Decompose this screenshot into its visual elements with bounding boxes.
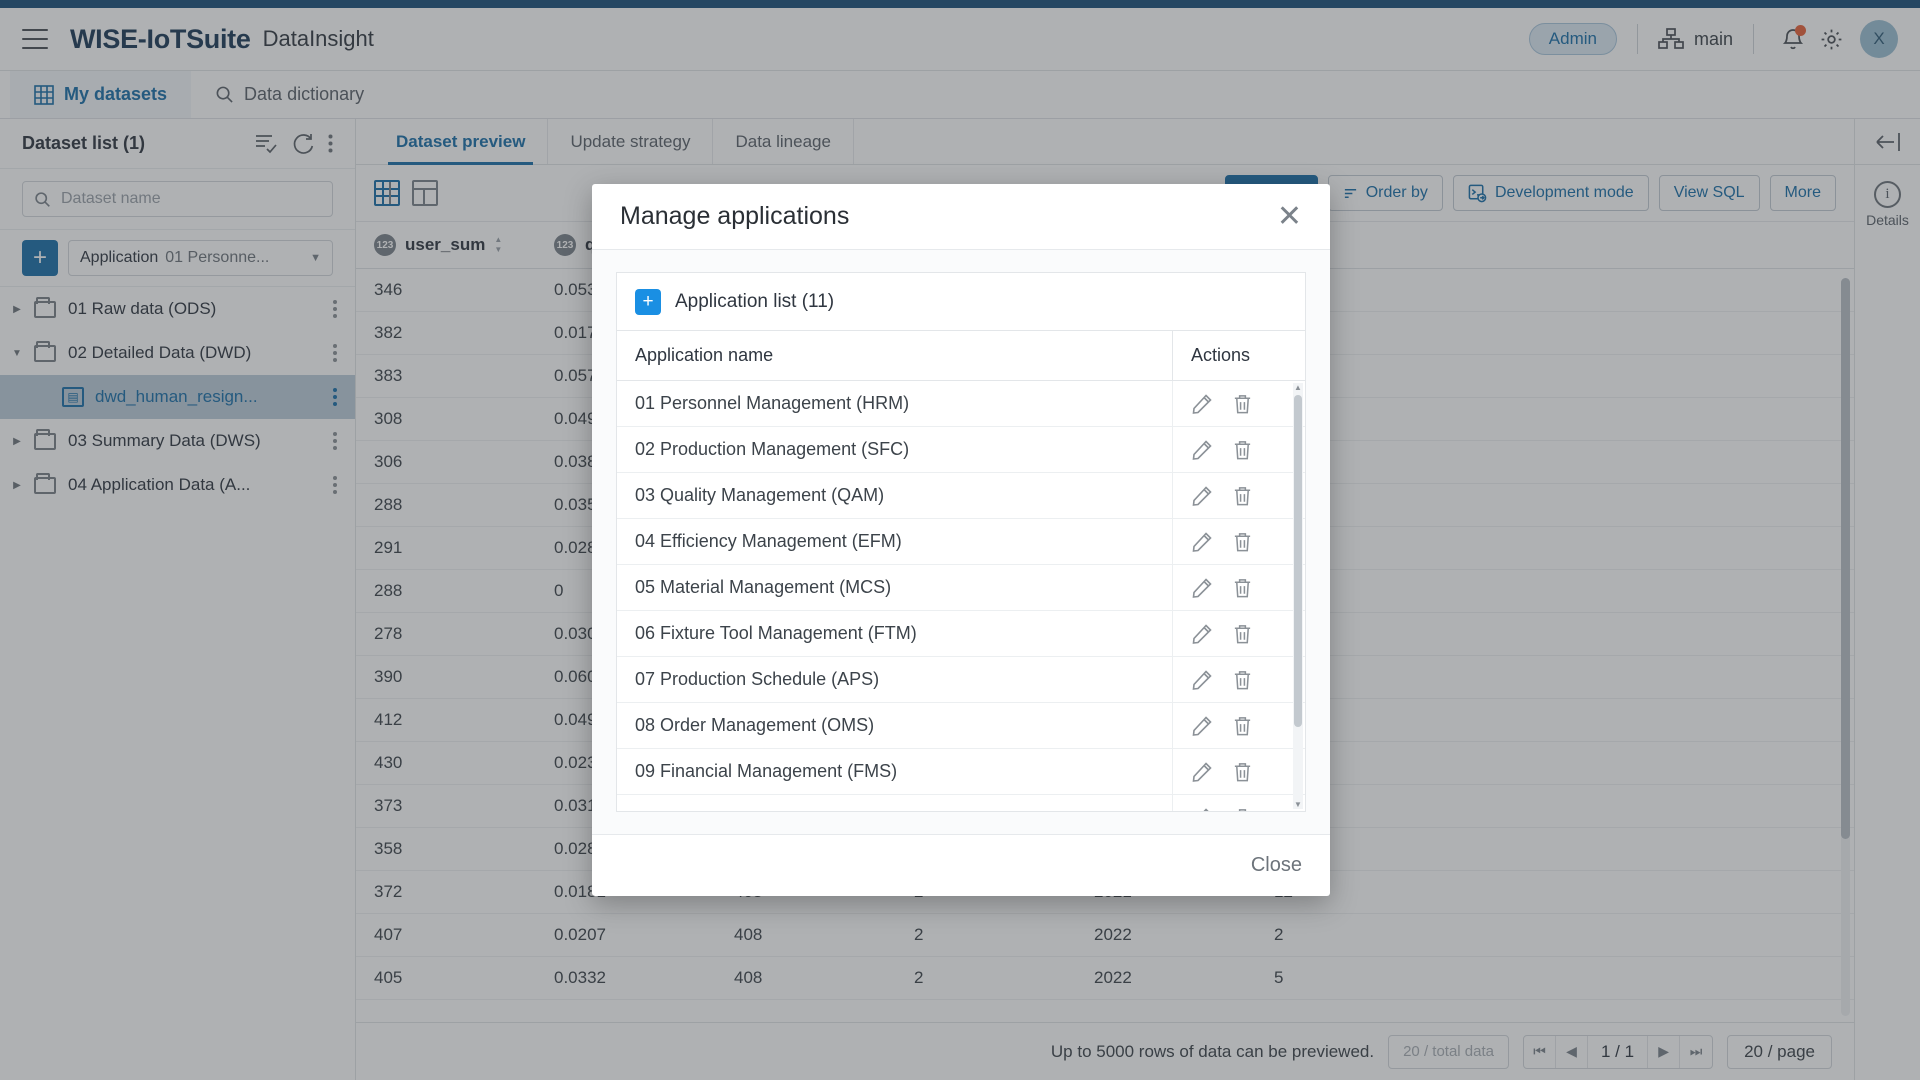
application-row[interactable]: 03 Quality Management (QAM) xyxy=(617,473,1305,519)
edit-icon[interactable] xyxy=(1191,623,1213,645)
delete-icon[interactable] xyxy=(1232,623,1253,645)
row-actions xyxy=(1173,381,1305,426)
edit-icon[interactable] xyxy=(1191,807,1213,811)
delete-icon[interactable] xyxy=(1232,439,1253,461)
application-name-cell: 09 Financial Management (FMS) xyxy=(617,749,1173,794)
row-actions xyxy=(1173,473,1305,518)
application-name-cell: 05 Material Management (MCS) xyxy=(617,565,1173,610)
application-row[interactable]: 02 Production Management (SFC) xyxy=(617,427,1305,473)
dialog-title: Manage applications xyxy=(620,202,850,230)
application-name-cell: 03 Quality Management (QAM) xyxy=(617,473,1173,518)
row-actions xyxy=(1173,795,1305,811)
scroll-up-arrow-icon[interactable]: ▲ xyxy=(1294,383,1302,392)
edit-icon[interactable] xyxy=(1191,715,1213,737)
delete-icon[interactable] xyxy=(1232,715,1253,737)
row-actions xyxy=(1173,657,1305,702)
row-actions xyxy=(1173,611,1305,656)
application-name-column-header: Application name xyxy=(617,331,1173,380)
delete-icon[interactable] xyxy=(1232,531,1253,553)
add-application-button[interactable]: + xyxy=(635,288,661,315)
delete-icon[interactable] xyxy=(1232,807,1253,811)
application-row[interactable] xyxy=(617,795,1305,811)
application-list-title: Application list (11) xyxy=(675,290,835,312)
application-row[interactable]: 07 Production Schedule (APS) xyxy=(617,657,1305,703)
row-actions xyxy=(1173,427,1305,472)
application-table-header: Application name Actions xyxy=(617,331,1305,381)
edit-icon[interactable] xyxy=(1191,531,1213,553)
application-root: WISE-IoTSuite DataInsight Admin main X M… xyxy=(0,0,1920,1080)
application-name-cell: 02 Production Management (SFC) xyxy=(617,427,1173,472)
application-row[interactable]: 08 Order Management (OMS) xyxy=(617,703,1305,749)
row-actions xyxy=(1173,565,1305,610)
scroll-down-arrow-icon[interactable]: ▼ xyxy=(1294,800,1302,809)
dialog-header: Manage applications ✕ xyxy=(592,184,1330,250)
actions-column-header: Actions xyxy=(1191,345,1251,365)
application-name-cell: 06 Fixture Tool Management (FTM) xyxy=(617,611,1173,656)
delete-icon[interactable] xyxy=(1232,577,1253,599)
application-list-header: + Application list (11) xyxy=(617,273,1305,331)
delete-icon[interactable] xyxy=(1232,485,1253,507)
application-name-cell: 04 Efficiency Management (EFM) xyxy=(617,519,1173,564)
edit-icon[interactable] xyxy=(1191,439,1213,461)
application-row[interactable]: 01 Personnel Management (HRM) xyxy=(617,381,1305,427)
dialog-body: + Application list (11) Application name… xyxy=(592,250,1330,834)
application-row[interactable]: 05 Material Management (MCS) xyxy=(617,565,1305,611)
row-actions xyxy=(1173,519,1305,564)
edit-icon[interactable] xyxy=(1191,669,1213,691)
row-actions xyxy=(1173,703,1305,748)
delete-icon[interactable] xyxy=(1232,669,1253,691)
application-rows-container: 01 Personnel Management (HRM) 02 Producti… xyxy=(617,381,1305,811)
dialog-footer: Close xyxy=(592,834,1330,896)
edit-icon[interactable] xyxy=(1191,485,1213,507)
delete-icon[interactable] xyxy=(1232,761,1253,783)
application-name-cell: 07 Production Schedule (APS) xyxy=(617,657,1173,702)
application-scrollbar-thumb[interactable] xyxy=(1294,395,1302,728)
application-list-panel: + Application list (11) Application name… xyxy=(616,272,1306,812)
edit-icon[interactable] xyxy=(1191,761,1213,783)
edit-icon[interactable] xyxy=(1191,577,1213,599)
application-row[interactable]: 06 Fixture Tool Management (FTM) xyxy=(617,611,1305,657)
delete-icon[interactable] xyxy=(1232,393,1253,415)
application-row[interactable]: 04 Efficiency Management (EFM) xyxy=(617,519,1305,565)
application-name-cell: 01 Personnel Management (HRM) xyxy=(617,381,1173,426)
application-row[interactable]: 09 Financial Management (FMS) xyxy=(617,749,1305,795)
close-button[interactable]: Close xyxy=(1251,854,1302,877)
manage-applications-dialog: Manage applications ✕ + Application list… xyxy=(592,184,1330,896)
close-icon[interactable]: ✕ xyxy=(1277,201,1302,232)
application-name-cell: 08 Order Management (OMS) xyxy=(617,703,1173,748)
edit-icon[interactable] xyxy=(1191,393,1213,415)
application-name-cell xyxy=(617,795,1173,811)
row-actions xyxy=(1173,749,1305,794)
application-list-scrollbar[interactable]: ▲ ▼ xyxy=(1293,383,1303,809)
application-rows: 01 Personnel Management (HRM) 02 Producti… xyxy=(617,381,1305,811)
